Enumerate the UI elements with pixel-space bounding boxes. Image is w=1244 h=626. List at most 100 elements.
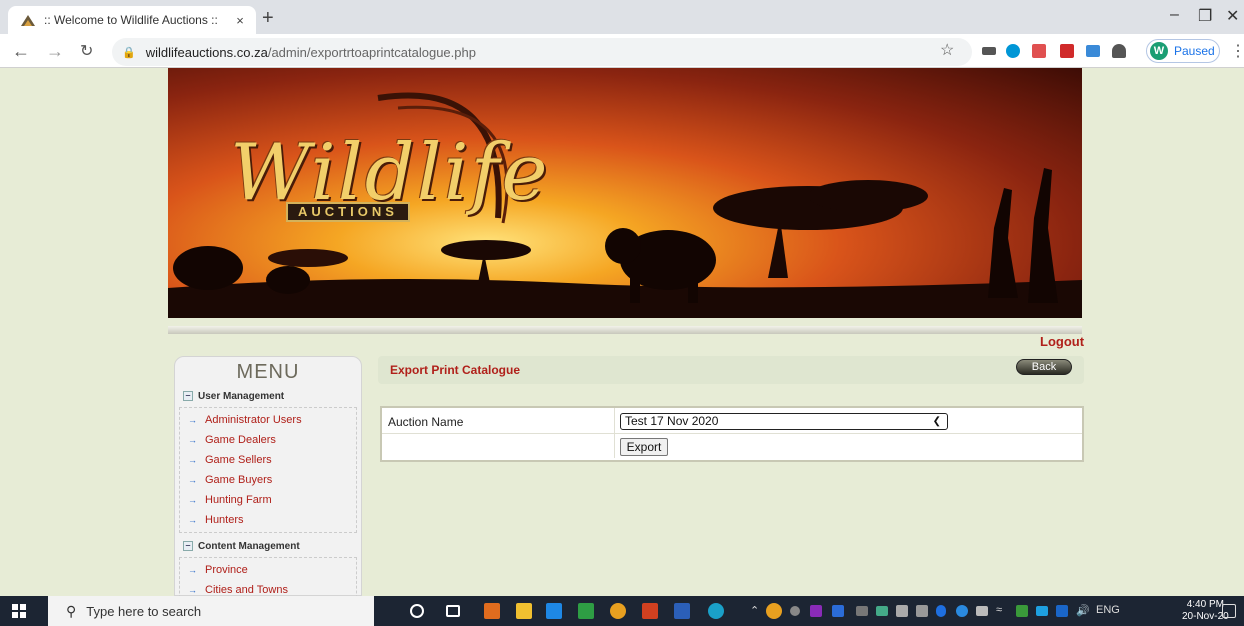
pdf-extension-icon[interactable] <box>1032 44 1046 58</box>
puzzle-extensions-icon[interactable] <box>1112 44 1126 58</box>
export-button[interactable]: Export <box>620 438 668 456</box>
pdf-converter-extension-icon[interactable] <box>1060 44 1074 58</box>
sidebar-menu: MENU – User Management → Administrator Us… <box>174 356 362 596</box>
section-content-management[interactable]: – Content Management <box>175 537 361 555</box>
logo-subtitle: AUCTIONS <box>286 202 410 222</box>
language-indicator[interactable]: ENG <box>1096 604 1120 616</box>
windows-start-icon[interactable] <box>12 604 26 618</box>
more-menu-icon[interactable]: ⋮ <box>1230 41 1244 61</box>
menu-item-hunters[interactable]: → Hunters <box>180 510 356 530</box>
menu-item-label: Game Buyers <box>205 474 273 486</box>
bluetooth-icon[interactable] <box>936 605 946 617</box>
word-icon[interactable] <box>674 603 690 619</box>
content-management-group: → Province → Cities and Towns <box>179 557 357 596</box>
menu-item-game-dealers[interactable]: → Game Dealers <box>180 430 356 450</box>
new-tab-button[interactable]: + <box>262 7 274 30</box>
section-label: Content Management <box>198 540 300 552</box>
tray-app-icon[interactable] <box>1016 605 1028 617</box>
menu-item-label: Game Dealers <box>205 434 276 446</box>
file-explorer-icon[interactable] <box>516 603 532 619</box>
bluebeam-icon[interactable] <box>832 605 844 617</box>
search-placeholder: Type here to search <box>86 603 202 619</box>
menu-item-label: Province <box>205 564 248 576</box>
export-form: Auction Name Test 17 Nov 2020 ❮ Export <box>380 406 1084 462</box>
back-arrow-icon[interactable]: ← <box>12 41 30 62</box>
chevron-down-icon: ❮ <box>932 416 941 427</box>
onenote-icon[interactable] <box>810 605 822 617</box>
avatar: W <box>1150 42 1168 60</box>
task-view-icon[interactable] <box>446 605 460 617</box>
profile-button[interactable]: W Paused <box>1146 39 1220 63</box>
menu-item-label: Administrator Users <box>205 414 302 426</box>
page-content: Wildlife AUCTIONS Logout MENU – User Man… <box>0 68 1244 596</box>
back-button[interactable]: Back <box>1016 359 1072 375</box>
wildlife-favicon-icon <box>21 15 35 26</box>
app-icon[interactable] <box>546 603 562 619</box>
volume-icon[interactable]: 🔊 <box>1076 604 1090 617</box>
collapse-icon[interactable]: – <box>183 391 193 401</box>
menu-item-hunting-farm[interactable]: → Hunting Farm <box>180 490 356 510</box>
logout-link[interactable]: Logout <box>1040 334 1084 349</box>
notifications-icon[interactable] <box>1222 604 1236 618</box>
page-title: Export Print Catalogue <box>390 363 521 377</box>
content-header: Export Print Catalogue Back <box>378 356 1084 384</box>
taskbar-search[interactable]: ⚲ Type here to search <box>48 596 374 626</box>
auction-name-label: Auction Name <box>388 415 464 429</box>
export-row: Export <box>382 435 1082 459</box>
edge-icon[interactable] <box>708 603 724 619</box>
browser-toolbar: ← → ↻ 🔒 wildlifeauctions.co.za /admin/ex… <box>0 34 1244 68</box>
menu-item-label: Cities and Towns <box>205 584 288 596</box>
tray-app-icon[interactable] <box>916 605 928 617</box>
powerpoint-icon[interactable] <box>642 603 658 619</box>
restore-icon[interactable]: ❐ <box>1198 6 1212 26</box>
help-icon[interactable] <box>766 603 782 619</box>
arrow-icon: → <box>188 585 197 595</box>
cortana-icon[interactable] <box>410 604 424 618</box>
tray-app-icon[interactable] <box>790 606 800 616</box>
menu-item-label: Hunters <box>205 514 244 526</box>
arrow-icon: → <box>188 455 197 465</box>
outlook-icon[interactable] <box>484 603 500 619</box>
forward-arrow-icon[interactable]: → <box>46 41 64 62</box>
excel-icon[interactable] <box>578 603 594 619</box>
menu-item-cities-and-towns[interactable]: → Cities and Towns <box>180 580 356 596</box>
arrow-icon: → <box>188 475 197 485</box>
pc-extension-icon[interactable] <box>1086 45 1100 57</box>
arrow-icon: → <box>188 515 197 525</box>
arrow-icon: → <box>188 495 197 505</box>
tray-app-icon[interactable] <box>1036 606 1048 616</box>
menu-item-administrator-users[interactable]: → Administrator Users <box>180 410 356 430</box>
tray-app-icon[interactable] <box>956 605 968 617</box>
section-label: User Management <box>198 390 285 402</box>
menu-title: MENU <box>236 361 300 383</box>
menu-item-label: Hunting Farm <box>205 494 272 506</box>
tray-app-icon[interactable] <box>1056 605 1068 617</box>
menu-item-game-buyers[interactable]: → Game Buyers <box>180 470 356 490</box>
browser-tab-strip: :: Welcome to Wildlife Auctions :: × + –… <box>0 0 1244 34</box>
wifi-icon[interactable]: ≈ <box>996 604 1002 616</box>
menu-item-province[interactable]: → Province <box>180 560 356 580</box>
tray-app-icon[interactable] <box>896 605 908 617</box>
tab-close-icon[interactable]: × <box>232 13 248 28</box>
address-bar[interactable]: 🔒 wildlifeauctions.co.za /admin/exportrt… <box>112 38 972 66</box>
auction-select[interactable]: Test 17 Nov 2020 ❮ <box>620 413 948 430</box>
section-user-management[interactable]: – User Management <box>175 387 361 405</box>
extension-icon[interactable] <box>982 47 996 55</box>
bookmark-star-icon[interactable]: ☆ <box>940 40 954 60</box>
close-window-icon[interactable]: ✕ <box>1226 6 1239 26</box>
browser-tab[interactable]: :: Welcome to Wildlife Auctions :: × <box>8 6 256 34</box>
header-banner: Wildlife AUCTIONS <box>168 68 1082 318</box>
windows-taskbar: ⚲ Type here to search ⌃ ≈ 🔊 ENG 4:40 PM … <box>0 596 1244 626</box>
tray-app-icon[interactable] <box>876 606 888 616</box>
tray-app-icon[interactable] <box>856 606 868 616</box>
hp-extension-icon[interactable] <box>1006 44 1020 58</box>
battery-icon[interactable] <box>976 606 988 616</box>
chrome-icon[interactable] <box>610 603 626 619</box>
show-hidden-icons-icon[interactable]: ⌃ <box>750 604 759 617</box>
collapse-icon[interactable]: – <box>183 541 193 551</box>
menu-item-game-sellers[interactable]: → Game Sellers <box>180 450 356 470</box>
reload-icon[interactable]: ↻ <box>80 41 93 61</box>
minimize-icon[interactable]: – <box>1170 6 1179 24</box>
profile-status: Paused <box>1174 44 1215 58</box>
arrow-icon: → <box>188 435 197 445</box>
